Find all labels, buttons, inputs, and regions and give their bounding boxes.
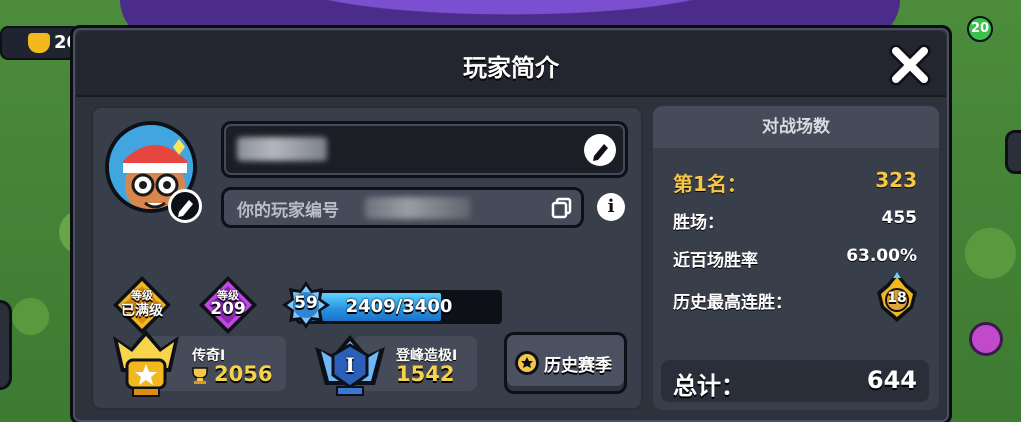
copy-icon [551,197,572,219]
trophy-icon [28,33,50,53]
player-name-field[interactable] [221,121,628,178]
side-menu-button-right[interactable] [1005,130,1021,174]
player-id-field[interactable]: 你的玩家编号 [221,187,584,228]
player-id-label: 你的玩家编号 [237,201,339,221]
name-edit-button[interactable] [584,134,616,166]
wins-value: 455 [881,208,918,228]
first-place-label: 第1名： [673,172,747,196]
history-season-label: 历史赛季 [544,356,612,376]
best-streak-row: 历史最高连胜： 18 [673,272,917,328]
player-name-redacted [237,137,327,161]
close-button[interactable] [888,43,932,87]
peak-rank-value: 1542 [396,362,455,386]
wins-row: 胜场： 455 [673,208,917,238]
winrate-value: 63.00% [846,246,917,266]
profile-panel: 你的玩家编号 i 等级 已满级 等级 209 2409/3400 59 传奇Ⅰ … [91,106,643,410]
best-streak-value: 18 [887,290,907,306]
winrate-label: 近百场胜率 [673,251,758,271]
lollipop-decoration [969,322,1003,356]
modal-header: 玩家简介 [76,31,946,97]
close-x-icon [889,44,931,86]
side-menu-button-left[interactable] [0,300,12,390]
total-value: 644 [866,366,917,394]
pencil-icon [178,200,193,217]
total-label: 总计： [673,372,745,400]
level-max-label: 已满级 [121,303,163,319]
wins-label: 胜场： [673,213,724,233]
xp-level-badge: 59 [281,280,331,330]
trophy-icon [192,367,208,384]
legend-rank-emblem-icon [113,330,179,397]
legend-rank-value: 2056 [214,362,273,386]
pencil-icon [585,135,615,165]
peak-rank-numeral: I [345,353,355,377]
streak-badge: 18 [873,270,921,324]
first-place-value: 323 [875,168,917,192]
level-badge: 等级 209 [197,274,259,336]
best-streak-label: 历史最高连胜： [673,293,792,313]
peak-rank-emblem: I [313,329,387,397]
level-value: 209 [210,299,246,319]
notification-badge[interactable]: 20 [967,16,993,42]
battle-stats-panel: 对战场数 第1名： 323 胜场： 455 近百场胜率 63.00% 历史最高连… [653,106,939,410]
xp-level-value: 59 [294,293,318,313]
avatar-edit-button[interactable] [168,189,202,223]
history-season-button[interactable]: 历史赛季 [504,332,627,394]
star-medal-icon [515,351,539,375]
battle-stats-header: 对战场数 [653,106,939,148]
info-button[interactable]: i [597,193,625,221]
hud-trophy-counter[interactable]: 20 [0,26,80,60]
total-row: 总计： 644 [661,360,929,402]
player-id-redacted [365,197,471,219]
player-profile-modal: 玩家简介 你的玩家编号 i 等级 已满级 等级 209 2409/3400 59… [70,25,952,422]
first-place-row: 第1名： 323 [673,168,917,198]
modal-title: 玩家简介 [463,54,559,82]
copy-id-button[interactable] [550,196,574,220]
